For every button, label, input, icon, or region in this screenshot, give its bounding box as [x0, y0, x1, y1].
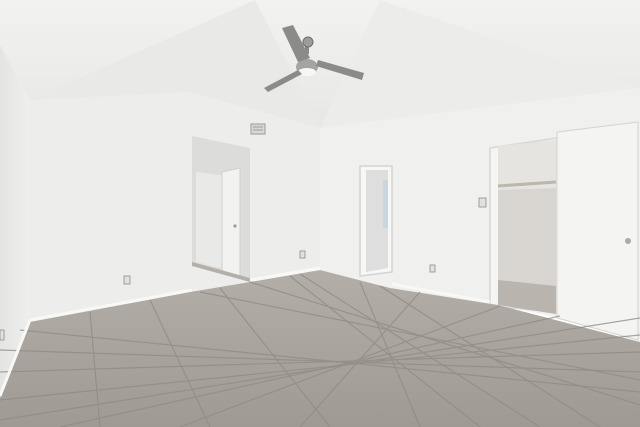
closet-door — [556, 121, 639, 341]
closet — [489, 121, 639, 341]
outlet-icon — [123, 275, 131, 285]
door-knob-icon — [233, 224, 237, 228]
room-photo — [0, 0, 640, 427]
hallway-opening — [192, 136, 250, 282]
center-doorway — [359, 165, 393, 277]
ac-vent-icon — [250, 123, 266, 135]
outlet-icon — [0, 329, 5, 341]
light-switch-icon — [478, 197, 487, 208]
outlet-icon — [429, 264, 436, 273]
hallway-door — [221, 167, 241, 279]
door-knob-icon — [625, 238, 631, 244]
outlet-icon — [299, 250, 306, 259]
